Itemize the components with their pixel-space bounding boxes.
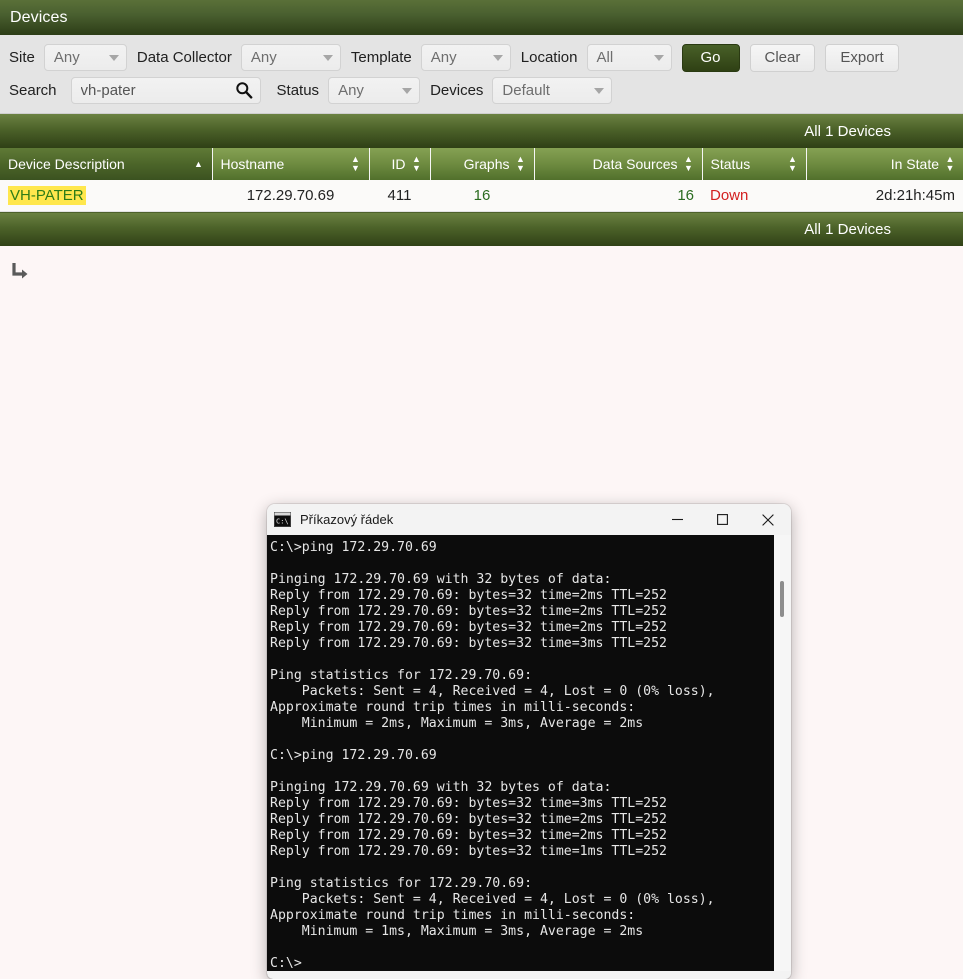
command-prompt-window[interactable]: C:\ Příkazový řádek C:\>ping 172.29.70.6… <box>267 504 791 979</box>
sort-ascending-icon: ▲ <box>194 158 203 169</box>
cell-device-description[interactable]: VH-PATER <box>0 180 212 212</box>
filter-row-secondary: Search Status Any Devices Default <box>0 74 963 107</box>
column-label: ID <box>391 156 406 172</box>
cell-data-sources[interactable]: 16 <box>534 180 702 212</box>
location-label: Location <box>520 49 578 66</box>
svg-text:C:\: C:\ <box>276 518 289 526</box>
column-label: Hostname <box>220 156 285 172</box>
column-header-device-description[interactable]: Device Description ▲ <box>0 148 213 180</box>
table-bottom-count-label: All 1 Devices <box>0 211 963 246</box>
table-row[interactable]: VH-PATER 172.29.70.69 411 16 16 Down 2d:… <box>0 180 963 212</box>
site-select-value: Any <box>53 49 80 66</box>
status-select[interactable]: Any <box>328 77 421 104</box>
cell-id: 411 <box>369 180 430 212</box>
chevron-down-icon <box>108 54 119 61</box>
go-button[interactable]: Go <box>681 43 740 72</box>
column-label: Data Sources <box>592 156 678 172</box>
chevron-down-icon <box>402 87 413 94</box>
column-header-in-state[interactable]: In State ▲ ▼ <box>806 148 963 180</box>
status-label: Status <box>276 82 320 99</box>
maximize-button[interactable] <box>700 504 745 535</box>
export-button[interactable]: Export <box>825 43 899 72</box>
cell-status: Down <box>702 180 806 212</box>
page-title: Devices <box>10 8 68 26</box>
chevron-down-icon <box>492 54 503 61</box>
column-header-status[interactable]: Status ▲ ▼ <box>702 148 807 180</box>
device-description-highlight[interactable]: VH-PATER <box>8 186 86 205</box>
sort-none-icon: ▲ ▼ <box>945 154 955 173</box>
sort-none-icon: ▲ ▼ <box>684 154 693 173</box>
console-scrollbar-thumb[interactable] <box>780 581 784 617</box>
devices-table-header-row: Device Description ▲ Hostname ▲ ▼ ID ▲ ▼ G… <box>0 148 963 180</box>
table-top-count-bar: All 1 Devices <box>0 114 963 148</box>
sort-none-icon: ▲ ▼ <box>351 154 360 173</box>
devices-select[interactable]: Default <box>492 77 613 104</box>
devices-table-foot: All 1 Devices <box>0 211 963 246</box>
column-header-graphs[interactable]: Graphs ▲ ▼ <box>430 148 535 180</box>
column-label: Status <box>710 156 751 172</box>
devices-label: Devices <box>430 82 484 99</box>
minimize-button[interactable] <box>655 504 700 535</box>
command-prompt-title: Příkazový řádek <box>300 512 394 527</box>
return-arrow-icon <box>12 263 28 279</box>
devices-table-head: All 1 Devices Device Description ▲ Hostn… <box>0 114 963 180</box>
site-select[interactable]: Any <box>43 44 127 71</box>
search-label: Search <box>9 82 57 99</box>
cell-in-state: 2d:21h:45m <box>806 180 963 212</box>
filter-panel: Site Any Data Collector Any Template Any… <box>0 35 963 114</box>
location-select-value: All <box>596 49 614 66</box>
site-label: Site <box>9 49 35 66</box>
command-prompt-body[interactable]: C:\>ping 172.29.70.69 Pinging 172.29.70.… <box>267 535 791 979</box>
column-label: Device Description <box>8 156 125 172</box>
devices-table-body: VH-PATER 172.29.70.69 411 16 16 Down 2d:… <box>0 180 963 212</box>
table-top-count-label: All 1 Devices <box>0 114 963 148</box>
column-label: Graphs <box>463 156 510 172</box>
window-bottom-edge <box>267 971 791 979</box>
chevron-down-icon <box>322 54 333 61</box>
devices-table: All 1 Devices Device Description ▲ Hostn… <box>0 114 963 246</box>
cell-graphs[interactable]: 16 <box>430 180 534 212</box>
column-header-data-sources[interactable]: Data Sources ▲ ▼ <box>534 148 703 180</box>
devices-select-value: Default <box>502 82 550 99</box>
command-prompt-icon: C:\ <box>274 512 291 527</box>
column-header-hostname[interactable]: Hostname ▲ ▼ <box>212 148 370 180</box>
minimize-icon <box>672 518 683 521</box>
close-icon <box>762 513 774 526</box>
chevron-down-icon <box>594 87 605 94</box>
cell-hostname: 172.29.70.69 <box>212 180 369 212</box>
data-collector-label: Data Collector <box>136 49 232 66</box>
search-input[interactable] <box>70 77 261 104</box>
close-button[interactable] <box>745 504 791 535</box>
sort-none-icon: ▲ ▼ <box>412 154 421 173</box>
location-select[interactable]: All <box>586 44 672 71</box>
table-bottom-count-bar: All 1 Devices <box>0 211 963 246</box>
sort-none-icon: ▲ ▼ <box>516 154 525 173</box>
filter-row-primary: Site Any Data Collector Any Template Any… <box>0 41 963 74</box>
clear-button[interactable]: Clear <box>749 43 816 72</box>
template-select[interactable]: Any <box>420 44 511 71</box>
sort-none-icon: ▲ ▼ <box>788 154 797 173</box>
command-prompt-titlebar[interactable]: C:\ Příkazový řádek <box>267 504 791 535</box>
console-scrollbar[interactable] <box>774 535 791 979</box>
page-body-area: C:\ Příkazový řádek C:\>ping 172.29.70.6… <box>0 246 963 979</box>
page-header: Devices <box>0 0 963 35</box>
data-collector-select[interactable]: Any <box>240 44 341 71</box>
template-label: Template <box>350 49 412 66</box>
column-header-id[interactable]: ID ▲ ▼ <box>369 148 431 180</box>
chevron-down-icon <box>653 54 664 61</box>
status-select-value: Any <box>338 82 364 99</box>
console-output[interactable]: C:\>ping 172.29.70.69 Pinging 172.29.70.… <box>267 535 774 979</box>
maximize-icon <box>717 514 728 525</box>
column-label: In State <box>890 156 939 172</box>
window-controls <box>655 504 791 535</box>
search-field-wrapper <box>70 77 261 104</box>
data-collector-select-value: Any <box>250 49 277 66</box>
template-select-value: Any <box>430 49 457 66</box>
